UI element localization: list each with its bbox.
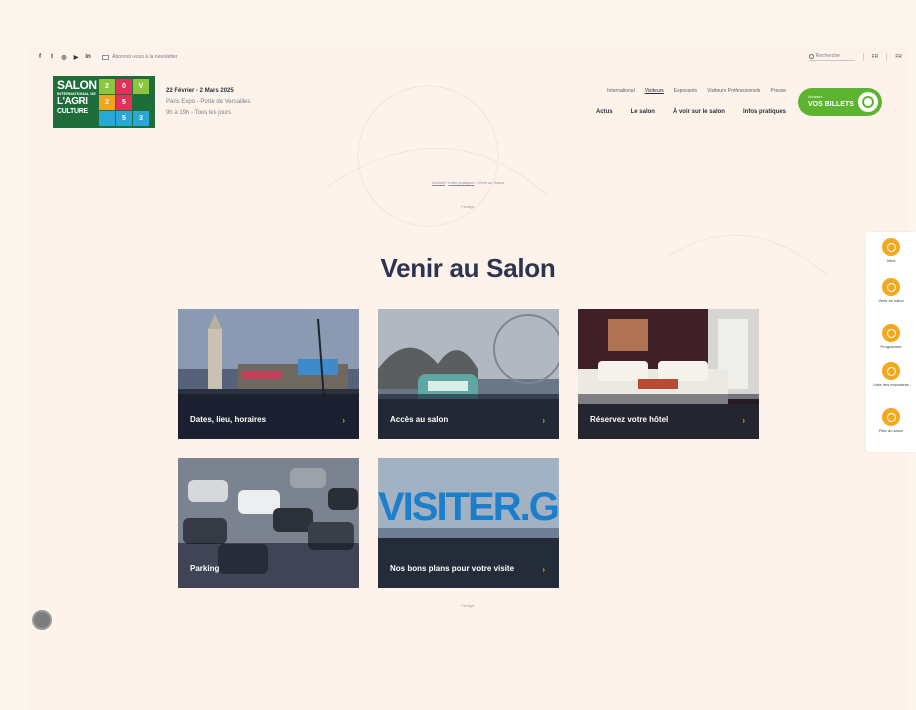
- event-info: 22 Février - 2 Mars 2025 Paris Expo - Po…: [166, 86, 250, 119]
- logo-grid-cell: 2: [99, 79, 115, 94]
- youtube-icon[interactable]: ▶: [72, 53, 80, 61]
- card-bons-plans[interactable]: VISITER.GO! Nos bons plans pour votre vi…: [378, 458, 559, 588]
- logo-grid-cell: 2: [99, 95, 115, 110]
- visiter-go-image-text: VISITER.GO!: [378, 485, 559, 529]
- card-dates[interactable]: Dates, lieu, horaires ›: [178, 309, 359, 439]
- event-venue: Paris Expo - Porte de Versailles: [166, 99, 251, 105]
- side-label: Programme: [880, 344, 902, 349]
- instagram-icon[interactable]: ◎: [60, 53, 68, 61]
- info-icon: [882, 238, 900, 256]
- nav-visiteurs-pro[interactable]: Visiteurs Professionnels: [707, 88, 760, 94]
- logo-grid-cell: 0: [116, 79, 132, 94]
- card-parking[interactable]: Parking: [178, 458, 359, 588]
- newsletter-link[interactable]: Abonnez-vous à la newsletter: [102, 54, 178, 60]
- map-icon: [882, 408, 900, 426]
- secondary-nav: International Visiteurs Exposants Visite…: [607, 88, 786, 94]
- utility-right: Recherche FR FR: [808, 53, 902, 61]
- linkedin-icon[interactable]: in: [84, 53, 92, 61]
- side-label: Infos: [886, 258, 896, 263]
- card-label: Nos bons plans pour votre visite: [390, 564, 515, 573]
- arrow-right-icon: ›: [542, 416, 545, 425]
- breadcrumb-section[interactable]: Infos pratiques: [448, 180, 474, 185]
- card-label: Réservez votre hôtel: [590, 415, 669, 424]
- side-quick-menu: Infos Venir au salon Programme Liste des…: [866, 232, 916, 452]
- card-label: Accès au salon: [390, 415, 449, 424]
- event-date: 22 Février - 2 Mars 2025: [166, 88, 234, 94]
- page-footer-band: [28, 634, 908, 710]
- side-infos[interactable]: Infos: [866, 238, 916, 263]
- search-icon: [808, 53, 814, 59]
- main-nav: Actus · Le salon · À voir sur le salon ·…: [596, 109, 786, 115]
- share-link[interactable]: Partager: [28, 205, 908, 209]
- card-label: Parking: [190, 564, 220, 573]
- divider: [886, 53, 888, 61]
- nav-infos-pratiques[interactable]: Infos pratiques: [743, 109, 786, 115]
- arrow-right-icon: ›: [542, 565, 545, 574]
- search-field[interactable]: Recherche: [808, 53, 855, 61]
- share-link[interactable]: Partager: [28, 604, 908, 608]
- logo-line: CULTURE: [57, 108, 88, 115]
- transport-icon: [882, 278, 900, 296]
- card-acces[interactable]: Accès au salon ›: [378, 309, 559, 439]
- logo-grid-cell: 3: [133, 111, 149, 126]
- region-selector[interactable]: FR: [895, 54, 902, 60]
- logo-grid-cell: [99, 111, 115, 126]
- logo-grid-cell: 5: [116, 95, 132, 110]
- nav-separator: ·: [620, 109, 623, 115]
- logo-grid: 20V2553: [99, 79, 149, 128]
- side-exposants[interactable]: Liste des exposants: [866, 362, 916, 387]
- card-label: Dates, lieu, horaires: [190, 415, 267, 424]
- nav-exposants[interactable]: Exposants: [674, 88, 697, 94]
- side-label: Plan du salon: [878, 428, 904, 433]
- card-hotel[interactable]: Réservez votre hôtel ›: [578, 309, 759, 439]
- breadcrumb-current: Venir au Salon: [477, 180, 504, 185]
- nav-separator: ·: [732, 109, 735, 115]
- logo-grid-cell: [133, 95, 149, 110]
- nav-le-salon[interactable]: Le salon: [631, 109, 655, 115]
- nav-visiteurs[interactable]: Visiteurs: [645, 88, 664, 94]
- chat-bubble-button[interactable]: [32, 610, 52, 630]
- twitter-icon[interactable]: t: [48, 53, 56, 61]
- side-venir[interactable]: Venir au salon: [866, 278, 916, 303]
- search-placeholder: Recherche: [815, 53, 840, 59]
- divider: [862, 53, 864, 61]
- language-selector[interactable]: FR: [872, 54, 879, 60]
- page: f t ◎ ▶ in Abonnez-vous à la newsletter …: [0, 0, 916, 710]
- nav-actus[interactable]: Actus: [596, 109, 613, 115]
- breadcrumb-home[interactable]: Accueil: [432, 180, 445, 185]
- logo-line: L'AGRI: [57, 96, 88, 107]
- logo-grid-cell: 5: [116, 111, 132, 126]
- side-plan[interactable]: Plan du salon: [866, 408, 916, 433]
- utility-bar: f t ◎ ▶ in Abonnez-vous à la newsletter …: [36, 50, 902, 64]
- page-title: Venir au Salon: [380, 253, 556, 283]
- logo-line: SALON: [57, 78, 97, 92]
- nav-presse[interactable]: Presse: [770, 88, 786, 94]
- newsletter-label: Abonnez-vous à la newsletter: [112, 54, 178, 60]
- nav-separator: ·: [662, 109, 665, 115]
- side-label: Venir au salon: [878, 298, 904, 303]
- arrow-right-icon: ›: [342, 416, 345, 425]
- facebook-icon[interactable]: f: [36, 53, 44, 61]
- calendar-icon: [882, 324, 900, 342]
- website: f t ◎ ▶ in Abonnez-vous à la newsletter …: [28, 46, 908, 634]
- logo-grid-cell: V: [133, 79, 149, 94]
- event-hours: 9h à 19h - Tous les jours: [166, 110, 232, 116]
- nav-international[interactable]: International: [607, 88, 635, 94]
- mail-icon: [102, 54, 109, 60]
- arrow-right-icon: ›: [742, 416, 745, 425]
- nav-a-voir[interactable]: À voir sur le salon: [673, 109, 725, 115]
- list-icon: [882, 362, 900, 380]
- tickets-button[interactable]: Achetez VOS BILLETS: [798, 88, 882, 116]
- logo-text: SALON INTERNATIONAL DE L'AGRI CULTURE: [53, 76, 99, 128]
- ticket-icon: [858, 92, 878, 112]
- breadcrumb: Accueil / Infos pratiques / Venir au Sal…: [28, 180, 908, 185]
- side-label: Liste des exposants: [873, 382, 909, 387]
- side-programme[interactable]: Programme: [866, 324, 916, 349]
- site-logo[interactable]: SALON INTERNATIONAL DE L'AGRI CULTURE 20…: [53, 76, 155, 128]
